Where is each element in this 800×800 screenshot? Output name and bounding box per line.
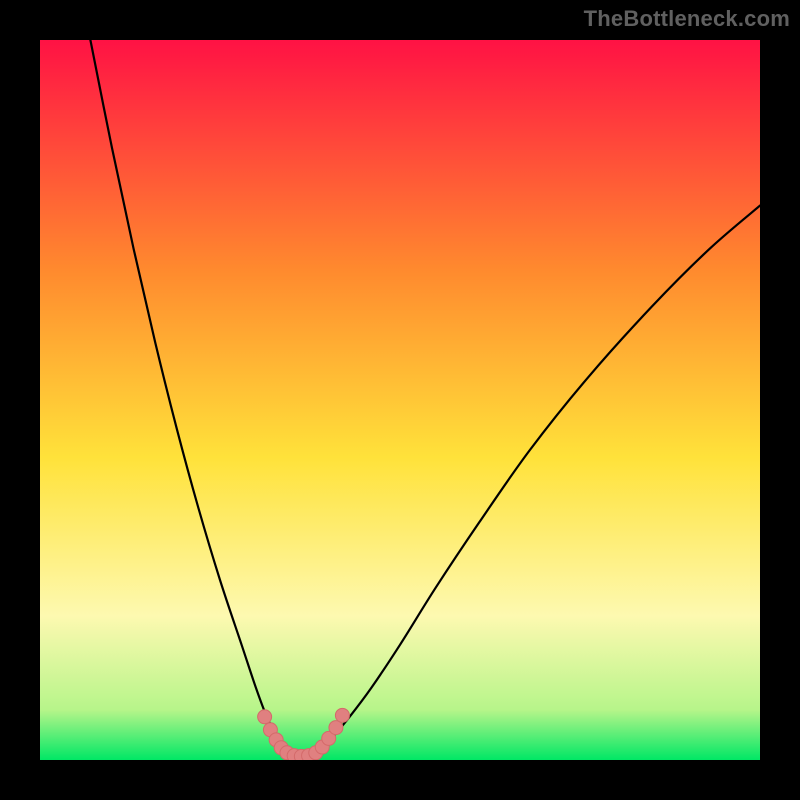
plot-svg: [40, 40, 760, 760]
gradient-background: [40, 40, 760, 760]
watermark-text: TheBottleneck.com: [584, 6, 790, 32]
data-marker: [335, 708, 349, 722]
data-marker: [329, 721, 343, 735]
chart-stage: TheBottleneck.com: [0, 0, 800, 800]
plot-area: [40, 40, 760, 760]
data-marker: [258, 710, 272, 724]
